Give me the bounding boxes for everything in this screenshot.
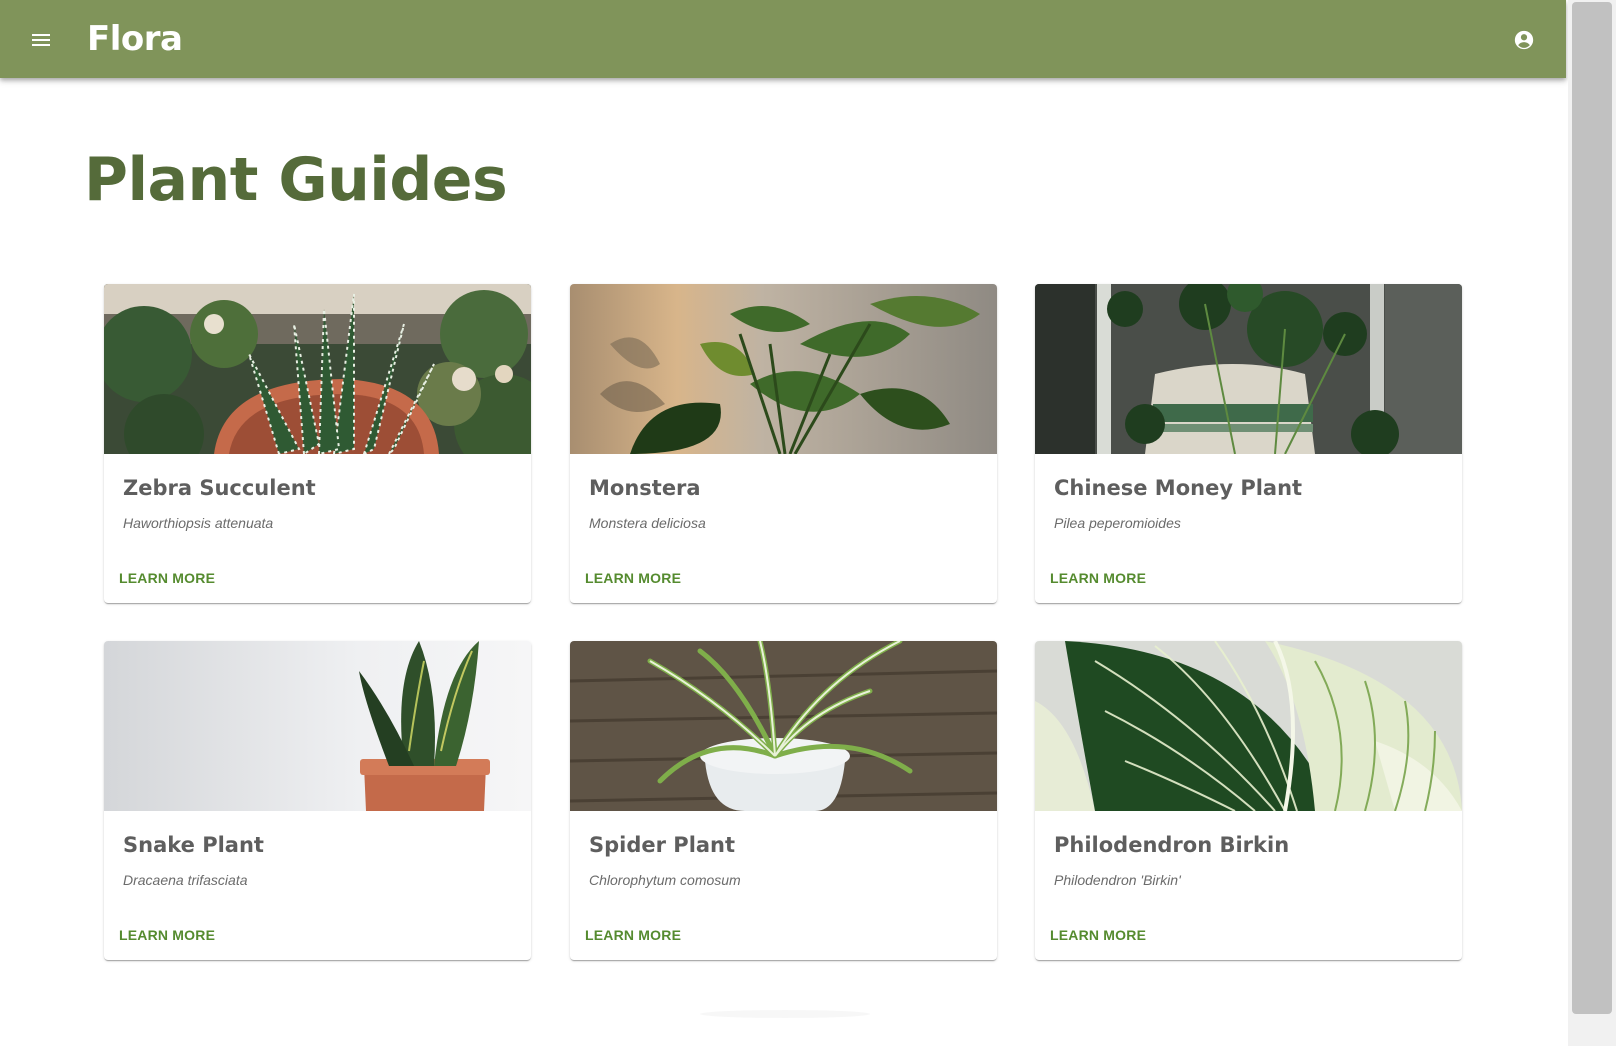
plant-card[interactable]: Philodendron Birkin Philodendron 'Birkin… bbox=[1035, 641, 1462, 960]
next-row-shadow bbox=[700, 1010, 870, 1018]
plant-latin-name: Dracaena trifasciata bbox=[123, 872, 248, 888]
snake-plant-photo bbox=[104, 641, 531, 811]
zebra-succulent-photo bbox=[104, 284, 531, 454]
learn-more-button[interactable]: LEARN MORE bbox=[1043, 564, 1153, 592]
learn-more-button[interactable]: LEARN MORE bbox=[578, 564, 688, 592]
page-title: Plant Guides bbox=[84, 145, 508, 215]
plant-name: Spider Plant bbox=[589, 833, 736, 857]
plant-card[interactable]: Monstera Monstera deliciosa LEARN MORE bbox=[570, 284, 997, 603]
plant-name: Philodendron Birkin bbox=[1054, 833, 1290, 857]
plant-name: Monstera bbox=[589, 476, 701, 500]
scrollbar-thumb[interactable] bbox=[1572, 2, 1612, 1014]
plant-latin-name: Pilea peperomioides bbox=[1054, 515, 1181, 531]
plant-latin-name: Haworthiopsis attenuata bbox=[123, 515, 274, 531]
menu-button[interactable] bbox=[22, 21, 60, 59]
account-button[interactable] bbox=[1506, 22, 1542, 58]
monstera-photo bbox=[570, 284, 997, 454]
plant-name: Snake Plant bbox=[123, 833, 264, 857]
plant-latin-name: Philodendron 'Birkin' bbox=[1054, 872, 1181, 888]
plant-card[interactable]: Zebra Succulent Haworthiopsis attenuata … bbox=[104, 284, 531, 603]
learn-more-button[interactable]: LEARN MORE bbox=[112, 921, 222, 949]
plant-card[interactable]: Spider Plant Chlorophytum comosum LEARN … bbox=[570, 641, 997, 960]
plant-name: Zebra Succulent bbox=[123, 476, 316, 500]
viewport: Flora Plant Guides Zebra Succulent Hawor… bbox=[0, 0, 1568, 1046]
page-scrollbar[interactable] bbox=[1568, 0, 1616, 1046]
philodendron-birkin-photo bbox=[1035, 641, 1462, 811]
account-circle-icon bbox=[1514, 30, 1534, 50]
plant-latin-name: Monstera deliciosa bbox=[589, 515, 706, 531]
learn-more-button[interactable]: LEARN MORE bbox=[1043, 921, 1153, 949]
plant-card[interactable]: Chinese Money Plant Pilea peperomioides … bbox=[1035, 284, 1462, 603]
learn-more-button[interactable]: LEARN MORE bbox=[112, 564, 222, 592]
plant-name: Chinese Money Plant bbox=[1054, 476, 1303, 500]
app-bar: Flora bbox=[0, 0, 1566, 78]
plant-latin-name: Chlorophytum comosum bbox=[589, 872, 741, 888]
brand-logo[interactable]: Flora bbox=[87, 16, 183, 62]
chinese-money-plant-photo bbox=[1035, 284, 1462, 454]
plant-card[interactable]: Snake Plant Dracaena trifasciata LEARN M… bbox=[104, 641, 531, 960]
spider-plant-photo bbox=[570, 641, 997, 811]
learn-more-button[interactable]: LEARN MORE bbox=[578, 921, 688, 949]
